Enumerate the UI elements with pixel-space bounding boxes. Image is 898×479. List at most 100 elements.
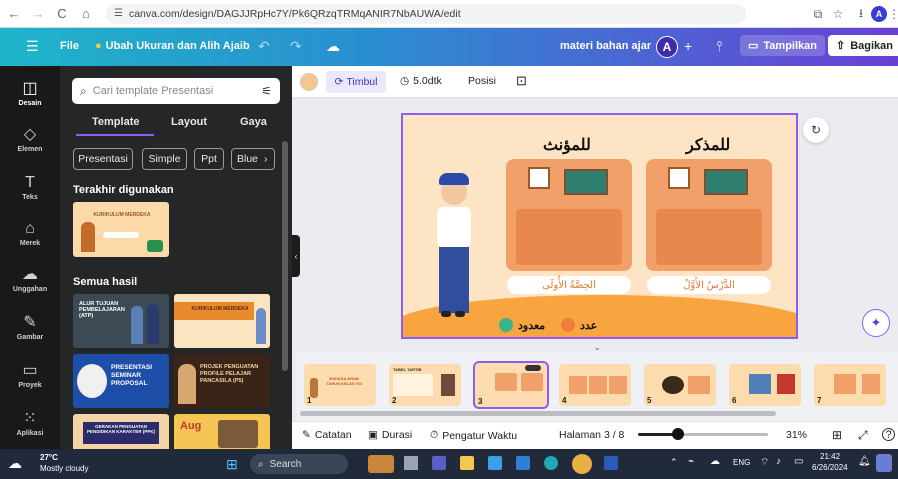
mail-icon[interactable]	[516, 456, 530, 470]
store-icon[interactable]	[488, 456, 502, 470]
magic-sparkle-icon[interactable]: ✦	[862, 309, 890, 337]
file-menu[interactable]: File	[60, 40, 79, 52]
lock-icon[interactable]: ⊡	[516, 73, 527, 89]
classroom-illustration-right[interactable]	[646, 159, 772, 271]
panel-scrollbar[interactable]	[282, 141, 288, 371]
zoom-percent[interactable]: 31%	[786, 429, 807, 441]
battery-icon[interactable]: ▭	[794, 456, 803, 467]
task-view-icon[interactable]	[404, 456, 418, 470]
clock-time[interactable]: 21:42	[820, 452, 840, 461]
forward-arrow-icon[interactable]: →	[28, 4, 48, 24]
rail-item-design[interactable]: ◫ Desain	[0, 80, 60, 107]
grid-view-icon[interactable]: ⊞	[832, 428, 842, 442]
site-settings-icon[interactable]: ☰	[114, 8, 123, 19]
notification-bell-icon[interactable]: 🔔︎	[858, 456, 871, 467]
cloud-saved-icon[interactable]: ☁	[326, 38, 340, 55]
result-thumb-p5[interactable]: PROJEK PENGUATAN PROFILE PELAJAR PANCASI…	[174, 354, 270, 408]
page-thumb-7[interactable]: 7	[814, 364, 886, 406]
drive-icon[interactable]: ☁	[710, 456, 720, 467]
caption-left[interactable]: الحِصَّةُ الأُولَى	[507, 276, 631, 294]
download-icon[interactable]: ⭳	[851, 4, 871, 24]
timer-button[interactable]: ⏱ Pengatur Waktu	[430, 429, 517, 442]
chevron-up-icon[interactable]: ⌃	[670, 457, 678, 468]
background-color-swatch[interactable]	[300, 73, 318, 91]
page-thumb-2[interactable]: TABEL TARTIB 2	[389, 364, 461, 406]
tab-layout[interactable]: Layout	[171, 116, 207, 128]
design-name[interactable]: materi bahan ajar	[560, 40, 651, 52]
rail-item-elements[interactable]: ◇ Elemen	[0, 126, 60, 153]
fullscreen-icon[interactable]: ⤢	[858, 428, 868, 443]
rail-item-draw[interactable]: ✎ Gambar	[0, 314, 60, 341]
share-button[interactable]: ⇧ Bagikan	[828, 35, 898, 56]
insights-chart-icon[interactable]: ⫯	[716, 38, 722, 55]
language-indicator[interactable]: ENG	[733, 458, 750, 467]
chevron-right-icon[interactable]: ›	[264, 153, 268, 165]
rail-item-apps[interactable]: ⁙ Aplikasi	[0, 410, 60, 437]
volume-icon[interactable]: ♪	[776, 456, 781, 467]
hamburger-icon[interactable]: ☰	[26, 38, 39, 55]
chrome-icon[interactable]	[572, 454, 592, 474]
address-bar[interactable]: ☰ canva.com/design/DAGJJRpHc7Y/Pk6QRzqTR…	[106, 3, 746, 24]
word-icon[interactable]	[604, 456, 618, 470]
result-thumb-ppk[interactable]: GERAKAN PENGUATAN PENDIDIKAN KARAKTER (P…	[73, 414, 169, 449]
color-app-icon[interactable]	[876, 454, 892, 472]
result-thumb-atp[interactable]: ALUR TUJUAN PEMBELAJARAN (ATP)	[73, 294, 169, 348]
page-indicator[interactable]: Halaman 3 / 8	[559, 429, 624, 441]
wifi-icon[interactable]: ⌔	[760, 456, 769, 469]
position-button[interactable]: Posisi	[468, 75, 496, 87]
redo-icon[interactable]: ↷	[290, 38, 302, 55]
file-explorer-icon[interactable]	[460, 456, 474, 470]
browser-menu-icon[interactable]: ⋮	[884, 4, 898, 24]
result-thumb-seminar[interactable]: PRESENTASI SEMINAR PROPOSAL	[73, 354, 169, 408]
recent-template-thumb[interactable]: KURIKULUM MERDEKA	[73, 202, 169, 257]
classroom-illustration-left[interactable]	[506, 159, 632, 271]
chip-presentasi[interactable]: Presentasi	[73, 148, 133, 170]
heading-masculine[interactable]: للمذكر	[686, 135, 730, 155]
filmstrip-scrollbar[interactable]	[300, 411, 776, 416]
duration-toggle[interactable]: ▣ Durasi	[368, 429, 412, 441]
notes-button[interactable]: ✎ Catatan	[302, 429, 352, 441]
user-avatar[interactable]: A	[656, 36, 678, 58]
rail-item-projects[interactable]: ▭ Proyek	[0, 362, 60, 389]
bookmark-star-icon[interactable]: ☆	[828, 4, 848, 24]
resize-button[interactable]: ● Ubah Ukuran dan Alih Ajaib	[95, 40, 250, 52]
translate-icon[interactable]: ⧉	[808, 4, 828, 24]
rail-item-uploads[interactable]: ☁ Unggahan	[0, 266, 60, 293]
caption-right[interactable]: الدَّرْسُ الأَوَّلُ	[647, 276, 771, 294]
rail-item-brand[interactable]: ⌂ Merek	[0, 220, 60, 247]
collapse-panel-handle[interactable]: ‹	[292, 235, 300, 277]
result-thumb-kurikulum[interactable]: KURIKULUM MERDEKA	[174, 294, 270, 348]
widget-app-icon[interactable]	[368, 455, 394, 473]
teams-icon[interactable]	[432, 456, 446, 470]
page-thumb-1[interactable]: BAHASA ARAB TAHUN KELAS VIII 1	[304, 364, 376, 406]
weather-icon[interactable]: ☁	[8, 455, 22, 472]
present-button[interactable]: ▭ Tampilkan	[740, 35, 825, 56]
add-collaborator-icon[interactable]: +	[684, 38, 692, 54]
duration-button[interactable]: ◷ 5.0dtk	[400, 75, 442, 87]
edge-icon[interactable]	[544, 456, 558, 470]
page-thumb-4[interactable]: 4	[559, 364, 631, 406]
regenerate-icon[interactable]: ↻	[803, 117, 829, 143]
windows-start-icon[interactable]: ⊞	[226, 456, 238, 473]
page-thumb-5[interactable]: 5	[644, 364, 716, 406]
chip-blue[interactable]: Blue ›	[231, 148, 275, 170]
tab-style[interactable]: Gaya	[240, 116, 267, 128]
result-thumb-aug[interactable]: Aug	[174, 414, 270, 449]
taskbar-search[interactable]: ⌕ Search	[250, 454, 348, 474]
legend-count-label[interactable]: معدود	[518, 319, 545, 332]
chip-ppt[interactable]: Ppt	[194, 148, 224, 170]
help-icon[interactable]: ?	[882, 428, 895, 441]
clock-date[interactable]: 6/26/2024	[812, 463, 848, 472]
reload-icon[interactable]: C	[52, 4, 72, 24]
undo-icon[interactable]: ↶	[258, 38, 270, 55]
animate-button[interactable]: ⟳ Timbul	[326, 71, 386, 93]
tab-template[interactable]: Template	[92, 116, 139, 128]
chip-simple[interactable]: Simple	[142, 148, 187, 170]
network-status-icon[interactable]: ⌁	[688, 456, 694, 467]
legend-number-label[interactable]: عدد	[580, 319, 597, 332]
slide-canvas[interactable]: للمؤنث للمذكر الحِصَّةُ الأُولَى الدَّرْ…	[401, 113, 798, 339]
page-thumb-6[interactable]: 6	[729, 364, 801, 406]
template-search-input[interactable]: ⌕ Cari template Presentasi ⚟	[72, 78, 280, 104]
rail-item-text[interactable]: T Teks	[0, 174, 60, 201]
back-arrow-icon[interactable]: ←	[4, 4, 24, 24]
